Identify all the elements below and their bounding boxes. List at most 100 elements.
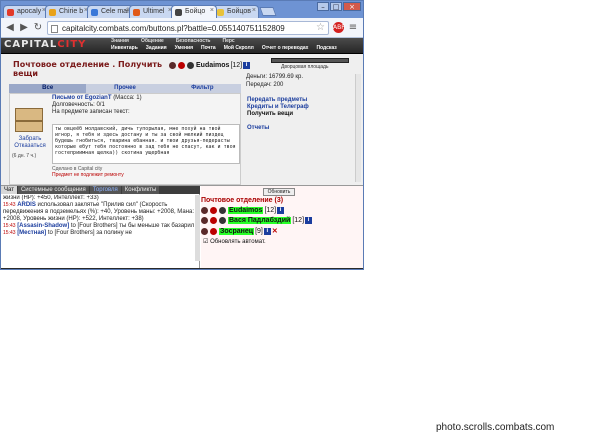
package-icon: [15, 108, 43, 132]
info-icon[interactable]: i: [305, 217, 313, 224]
forward-icon[interactable]: ▶: [19, 22, 29, 33]
tab-system[interactable]: Системные сообщения: [17, 186, 89, 194]
tab-other[interactable]: Прочее: [86, 84, 163, 93]
game-page: CAPITALCITY Знания Общение Безопасность …: [1, 38, 363, 269]
auto-refresh-checkbox[interactable]: ☑: [203, 239, 208, 245]
user-name[interactable]: Eudaimos: [196, 62, 229, 69]
tab-conflicts[interactable]: Конфликты: [121, 186, 160, 194]
bottom-toolbar: [1, 268, 363, 269]
bookmark-star-icon[interactable]: ☆: [316, 22, 325, 33]
item-row: Забрать Отказаться (6 дн. 7 ч.) Письмо о…: [9, 93, 241, 185]
favicon-icon: [133, 9, 140, 16]
tab-all[interactable]: Все: [9, 84, 87, 93]
user-level: [12]: [230, 62, 243, 69]
browser-tab[interactable]: Ultimel ×: [129, 5, 175, 18]
align-icon: [201, 217, 208, 224]
new-tab-button[interactable]: [259, 7, 277, 16]
info-icon[interactable]: i: [263, 227, 271, 235]
clan-icon: [210, 217, 217, 224]
post-office-panel: Почтовое отделение . Получить вещи Eudai…: [1, 54, 363, 186]
user-name[interactable]: Eudaimos: [228, 207, 264, 214]
cross-icon: ✕: [271, 228, 278, 235]
watermark: photo.scrolls.combats.com: [436, 422, 555, 433]
online-user: Eudaimos [12] i: [201, 207, 285, 214]
info-icon[interactable]: i: [243, 62, 251, 69]
item-mass: (Масса: 1): [113, 95, 142, 101]
close-tab-icon[interactable]: ×: [252, 7, 256, 14]
tab-filter[interactable]: Фильтр: [164, 84, 241, 93]
page-icon: [51, 24, 58, 33]
game-header: CAPITALCITY Знания Общение Безопасность …: [1, 38, 363, 54]
time-left: (6 дн. 7 ч.): [12, 153, 37, 159]
letter-text: ты овцеёб молдавский, дичь тупорылая, мн…: [52, 124, 240, 164]
chat-line: 15:43 [Местная] to [Four Brothers] за по…: [3, 230, 132, 236]
close-tab-icon[interactable]: ×: [210, 7, 214, 14]
user-name[interactable]: Вася Падлабздий: [228, 217, 292, 224]
align-icon: [201, 227, 208, 235]
game-menu-bottom: Инвентарь Задания Умения Почта Мой Скрол…: [111, 45, 337, 51]
receive-items-link[interactable]: Получить вещи: [247, 111, 309, 118]
menu-item[interactable]: Знания: [111, 38, 129, 44]
browser-tab[interactable]: Бойцов ×: [213, 5, 259, 18]
menu-icon[interactable]: ≡: [348, 22, 358, 33]
menu-item[interactable]: Перс: [223, 38, 235, 44]
adblock-icon[interactable]: ABP: [333, 22, 345, 33]
maximize-icon[interactable]: □: [330, 2, 342, 11]
rank-icon: [187, 62, 194, 69]
tab-chat[interactable]: Чат: [1, 186, 17, 194]
favicon-icon: [7, 9, 14, 16]
menu-item[interactable]: Отчет о переводах: [262, 45, 309, 51]
room-title: Почтовое отделение (3): [201, 197, 284, 204]
item-meta: Письмо от EgozianT (Масса: 1) Долговечно…: [52, 95, 142, 116]
user-level: [12]: [264, 207, 277, 214]
transfers-text: Передач: 200: [246, 82, 284, 88]
reports-link[interactable]: Отчеты: [247, 125, 309, 132]
browser-tab[interactable]: Cele mai ×: [87, 5, 133, 18]
item-footer: Сделано в Capital city Предмет не подлеж…: [52, 166, 124, 178]
game-logo[interactable]: CAPITALCITY: [4, 39, 86, 50]
back-icon[interactable]: ◀: [5, 22, 15, 33]
chat-line: жизни (HP): +450, Интеллект: +33): [3, 195, 99, 201]
browser-tab[interactable]: apocaly ×: [3, 5, 49, 18]
browser-tab-active[interactable]: Бойцо ×: [171, 5, 217, 18]
user-name[interactable]: Зосранец: [219, 227, 255, 235]
location-label: Дворцовая площадь: [281, 64, 329, 70]
chat-scrollbar[interactable]: [195, 195, 200, 261]
menu-item[interactable]: Умения: [175, 45, 193, 51]
info-icon[interactable]: i: [277, 207, 285, 214]
clan-icon: [210, 207, 217, 214]
user-level: [9]: [255, 227, 263, 235]
tab-trade[interactable]: Торговля: [89, 186, 121, 194]
favicon-icon: [91, 9, 98, 16]
clan-icon: [178, 62, 185, 69]
menu-item[interactable]: Безопасность: [176, 38, 211, 44]
menu-item[interactable]: Мой Скролл: [224, 45, 254, 51]
money-text: Деньги: 16799.69 кр.: [246, 74, 304, 80]
scrollbar[interactable]: [355, 74, 361, 182]
location-strip: [271, 58, 349, 63]
menu-item[interactable]: Инвентарь: [111, 45, 138, 51]
menu-item[interactable]: Задания: [146, 45, 167, 51]
online-user: Вася Падлабздий [12] i: [201, 217, 313, 224]
menu-item[interactable]: Подсказ: [316, 45, 336, 51]
refresh-button[interactable]: Обновить: [263, 188, 295, 196]
page-title: Почтовое отделение . Получить вещи: [13, 60, 163, 78]
item-name[interactable]: Письмо от EgozianT: [52, 95, 112, 101]
favicon-icon: [49, 9, 56, 16]
reload-icon[interactable]: ↻: [33, 22, 43, 33]
close-icon[interactable]: ×: [343, 2, 361, 11]
menu-item[interactable]: Почта: [201, 45, 216, 51]
browser-tab[interactable]: Chirie b ×: [45, 5, 91, 18]
align-icon: [169, 62, 176, 69]
minimize-icon[interactable]: –: [317, 2, 329, 11]
menu-item[interactable]: Общение: [141, 38, 164, 44]
address-bar[interactable]: capitalcity.combats.com/buttons.pl?battl…: [47, 20, 329, 35]
post-actions: Передать предметы Кредиты и Телеграф Пол…: [247, 97, 309, 132]
align-icon: [201, 207, 208, 214]
rank-icon: [219, 217, 226, 224]
take-refuse-link[interactable]: Забрать Отказаться: [10, 136, 50, 150]
credits-telegraph-link[interactable]: Кредиты и Телеграф: [247, 104, 309, 111]
chat-line: 15:43 ARDIS использовал заклятье "Прилив…: [3, 202, 195, 222]
transfer-items-link[interactable]: Передать предметы: [247, 97, 309, 104]
